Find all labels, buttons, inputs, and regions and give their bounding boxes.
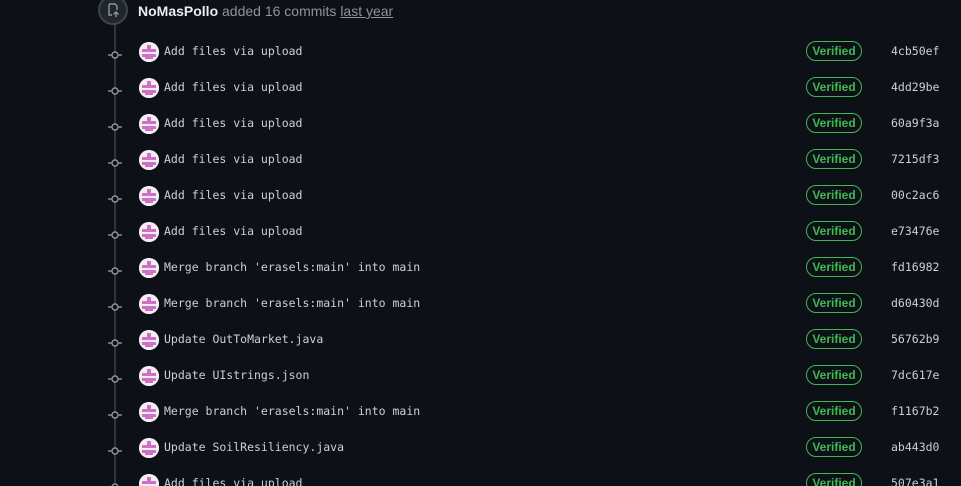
commit-row: Merge branch 'erasels:main' into main Ve… (0, 394, 961, 430)
commit-sha-link[interactable]: 7215df3 (891, 152, 939, 166)
commit-node-icon (108, 335, 122, 347)
commit-message-link[interactable]: Merge branch 'erasels:main' into main (164, 260, 420, 274)
commit-node-icon (108, 83, 122, 95)
commit-node-icon (108, 227, 122, 239)
commit-row: Add files via upload Verified 00c2ac6 (0, 178, 961, 214)
commit-node-icon (108, 263, 122, 275)
verified-badge[interactable]: Verified (806, 437, 862, 457)
commit-node-icon (108, 191, 122, 203)
commit-node-icon (108, 47, 122, 59)
commit-row: Add files via upload Verified 4cb50ef (0, 34, 961, 70)
commit-message-link[interactable]: Add files via upload (164, 80, 302, 94)
verified-badge[interactable]: Verified (806, 257, 862, 277)
commit-message-link[interactable]: Update OutToMarket.java (164, 332, 323, 346)
commit-sha-link[interactable]: f1167b2 (891, 404, 939, 418)
avatar[interactable] (139, 294, 159, 314)
avatar[interactable] (139, 438, 159, 458)
commit-message-link[interactable]: Add files via upload (164, 476, 302, 486)
commit-sha-link[interactable]: ab443d0 (891, 440, 939, 454)
verified-badge[interactable]: Verified (806, 185, 862, 205)
avatar[interactable] (139, 78, 159, 98)
commit-row: Add files via upload Verified 60a9f3a (0, 106, 961, 142)
commit-row: Add files via upload Verified 7215df3 (0, 142, 961, 178)
verified-badge[interactable]: Verified (806, 77, 862, 97)
commit-sha-link[interactable]: d60430d (891, 296, 939, 310)
avatar[interactable] (139, 150, 159, 170)
commit-node-icon (108, 119, 122, 131)
commit-sha-link[interactable]: fd16982 (891, 260, 939, 274)
push-event-header: NoMasPollo added 16 commits last year (98, 0, 393, 26)
commit-node-icon (108, 479, 122, 486)
verified-badge[interactable]: Verified (806, 473, 862, 486)
commit-node-icon (108, 443, 122, 455)
avatar[interactable] (139, 222, 159, 242)
verified-badge[interactable]: Verified (806, 365, 862, 385)
repo-push-icon (98, 0, 128, 25)
commit-message-link[interactable]: Update UIstrings.json (164, 368, 309, 382)
commit-row: Update SoilResiliency.java Verified ab44… (0, 430, 961, 466)
avatar[interactable] (139, 186, 159, 206)
avatar[interactable] (139, 42, 159, 62)
commit-node-icon (108, 299, 122, 311)
commit-message-link[interactable]: Merge branch 'erasels:main' into main (164, 296, 420, 310)
commit-row: Add files via upload Verified 507e3a1 (0, 466, 961, 486)
event-summary: NoMasPollo added 16 commits last year (138, 3, 393, 19)
avatar[interactable] (139, 402, 159, 422)
avatar[interactable] (139, 474, 159, 486)
commit-row: Add files via upload Verified e73476e (0, 214, 961, 250)
verified-badge[interactable]: Verified (806, 329, 862, 349)
commit-message-link[interactable]: Merge branch 'erasels:main' into main (164, 404, 420, 418)
commit-sha-link[interactable]: 507e3a1 (891, 476, 939, 486)
commit-message-link[interactable]: Add files via upload (164, 44, 302, 58)
commit-row: Update UIstrings.json Verified 7dc617e (0, 358, 961, 394)
commit-sha-link[interactable]: e73476e (891, 224, 939, 238)
commit-row: Add files via upload Verified 4dd29be (0, 70, 961, 106)
verified-badge[interactable]: Verified (806, 149, 862, 169)
commit-message-link[interactable]: Add files via upload (164, 224, 302, 238)
commit-message-link[interactable]: Update SoilResiliency.java (164, 440, 344, 454)
commit-sha-link[interactable]: 56762b9 (891, 332, 939, 346)
event-time-link[interactable]: last year (340, 3, 393, 19)
verified-badge[interactable]: Verified (806, 221, 862, 241)
commit-node-icon (108, 155, 122, 167)
commit-row: Merge branch 'erasels:main' into main Ve… (0, 286, 961, 322)
commit-sha-link[interactable]: 4cb50ef (891, 44, 939, 58)
verified-badge[interactable]: Verified (806, 293, 862, 313)
event-author-link[interactable]: NoMasPollo (138, 3, 218, 19)
commit-row: Update OutToMarket.java Verified 56762b9 (0, 322, 961, 358)
avatar[interactable] (139, 258, 159, 278)
commit-message-link[interactable]: Add files via upload (164, 116, 302, 130)
verified-badge[interactable]: Verified (806, 41, 862, 61)
commit-row: Merge branch 'erasels:main' into main Ve… (0, 250, 961, 286)
avatar[interactable] (139, 114, 159, 134)
commit-node-icon (108, 371, 122, 383)
commit-sha-link[interactable]: 7dc617e (891, 368, 939, 382)
commit-sha-link[interactable]: 00c2ac6 (891, 188, 939, 202)
avatar[interactable] (139, 330, 159, 350)
commit-message-link[interactable]: Add files via upload (164, 188, 302, 202)
commit-message-link[interactable]: Add files via upload (164, 152, 302, 166)
avatar[interactable] (139, 366, 159, 386)
event-action: added 16 commits (222, 3, 337, 19)
verified-badge[interactable]: Verified (806, 113, 862, 133)
verified-badge[interactable]: Verified (806, 401, 862, 421)
commit-node-icon (108, 407, 122, 419)
commit-sha-link[interactable]: 60a9f3a (891, 116, 939, 130)
commit-sha-link[interactable]: 4dd29be (891, 80, 939, 94)
